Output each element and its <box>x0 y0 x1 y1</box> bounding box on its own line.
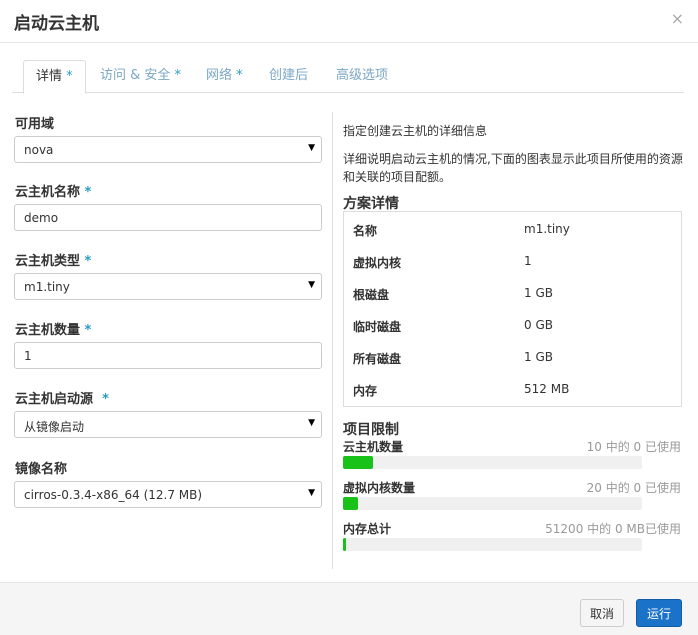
image-name-label: 镜像名称 <box>15 458 67 477</box>
tab-label: 访问 & 安全 <box>100 68 171 83</box>
row-value: 512 MB <box>524 382 570 396</box>
project-limits-heading: 项目限制 <box>343 422 399 438</box>
quota-bar-fill <box>343 538 346 551</box>
quota-bar-fill <box>343 497 358 510</box>
label-text: 云主机数量 <box>15 323 81 338</box>
label-text: 可用域 <box>15 117 55 132</box>
quota-label: 虚拟内核数量 <box>343 481 416 495</box>
tab-post-creation[interactable]: 创建后 <box>257 60 320 92</box>
instance-name-label: 云主机名称 * <box>15 181 91 200</box>
label-text: 云主机名称 <box>15 185 81 200</box>
row-value: m1.tiny <box>524 222 570 236</box>
dialog-title: 启动云主机 <box>14 14 99 34</box>
tab-label: 网络 <box>206 68 233 83</box>
flavor-details-heading: 方案详情 <box>343 196 399 212</box>
flavor-details-table: 名称 m1.tiny 虚拟内核 1 根磁盘 1 GB 临时磁盘 0 GB 所有磁盘 1 G… <box>343 211 682 407</box>
required-marker: * <box>170 68 182 83</box>
label-text: 云主机启动源 <box>15 392 94 407</box>
caret-down-icon: ▼ <box>308 418 315 428</box>
caret-down-icon: ▼ <box>308 488 315 498</box>
table-row: 临时磁盘 0 GB <box>344 309 681 341</box>
flavor-select[interactable]: m1.tiny ▼ <box>14 273 322 300</box>
caret-down-icon: ▼ <box>308 280 315 290</box>
quota-usage-text: 10 中的 0 已使用 <box>586 440 681 454</box>
row-value: 0 GB <box>524 318 553 332</box>
table-row: 根磁盘 1 GB <box>344 277 681 309</box>
select-value: 从镜像启动 <box>24 420 85 434</box>
row-value: 1 GB <box>524 286 553 300</box>
required-marker: * <box>80 323 92 338</box>
tab-details[interactable]: 详情 * <box>23 60 86 94</box>
table-row: 虚拟内核 1 <box>344 245 681 277</box>
table-row: 名称 m1.tiny <box>344 213 681 245</box>
description-text: 详细说明启动云主机的情况,下面的图表显示此项目所使用的资源和关联的项目配额。 <box>343 152 683 184</box>
input-value: 1 <box>24 349 32 363</box>
quota-bar <box>343 497 642 510</box>
required-marker: * <box>62 69 73 84</box>
instance-name-input[interactable]: demo <box>14 204 322 231</box>
tab-label: 详情 <box>36 69 63 84</box>
quota-usage-text: 20 中的 0 已使用 <box>586 481 681 495</box>
tab-access-security[interactable]: 访问 & 安全 * <box>88 60 193 92</box>
quota-bar <box>343 538 642 551</box>
availability-zone-select[interactable]: nova ▼ <box>14 136 322 163</box>
row-value: 1 GB <box>524 350 553 364</box>
boot-source-select[interactable]: 从镜像启动 ▼ <box>14 411 322 438</box>
select-value: nova <box>24 143 54 157</box>
row-key: 内存 <box>353 384 378 398</box>
quota-bar-fill <box>343 456 373 469</box>
row-value: 1 <box>524 254 532 268</box>
run-button[interactable]: 运行 <box>636 599 682 627</box>
intro-text: 指定创建云主机的详细信息 <box>343 124 488 138</box>
close-icon[interactable]: × <box>671 9 684 28</box>
boot-source-label: 云主机启动源 * <box>15 388 109 407</box>
flavor-label: 云主机类型 * <box>15 250 91 269</box>
quota-label: 内存总计 <box>343 522 392 536</box>
row-key: 根磁盘 <box>353 288 390 302</box>
quota-bar <box>343 456 642 469</box>
required-marker: * <box>232 68 243 83</box>
tab-label: 高级选项 <box>336 68 389 83</box>
select-value: m1.tiny <box>24 280 70 294</box>
availability-zone-label: 可用域 <box>15 113 54 132</box>
tab-advanced-options[interactable]: 高级选项 <box>324 60 400 92</box>
quota-usage-text: 51200 中的 0 MB已使用 <box>545 522 681 536</box>
row-key: 虚拟内核 <box>353 256 402 270</box>
label-text: 云主机类型 <box>15 254 81 269</box>
required-marker: * <box>93 392 109 407</box>
input-value: demo <box>24 211 59 225</box>
row-key: 临时磁盘 <box>353 320 402 334</box>
cancel-button[interactable]: 取消 <box>580 599 624 627</box>
table-row: 内存 512 MB <box>344 373 681 405</box>
instance-count-label: 云主机数量 * <box>15 319 91 338</box>
dialog-header: 启动云主机 × <box>0 0 698 43</box>
required-marker: * <box>80 185 92 200</box>
row-key: 所有磁盘 <box>353 352 402 366</box>
select-value: cirros-0.3.4-x86_64 (12.7 MB) <box>24 488 203 502</box>
tab-label: 创建后 <box>269 68 309 83</box>
row-key: 名称 <box>353 224 378 238</box>
image-name-select[interactable]: cirros-0.3.4-x86_64 (12.7 MB) ▼ <box>14 481 322 508</box>
dialog-footer: 取消 运行 <box>0 582 698 635</box>
label-text: 镜像名称 <box>15 462 68 477</box>
quota-label: 云主机数量 <box>343 440 404 454</box>
instance-count-input[interactable]: 1 <box>14 342 322 369</box>
required-marker: * <box>80 254 92 269</box>
table-row: 所有磁盘 1 GB <box>344 341 681 373</box>
tab-network[interactable]: 网络 * <box>194 60 255 92</box>
column-divider <box>332 112 333 569</box>
caret-down-icon: ▼ <box>308 143 315 153</box>
tab-bar: 详情 * 访问 & 安全 * 网络 * 创建后 高级选项 <box>12 60 684 94</box>
